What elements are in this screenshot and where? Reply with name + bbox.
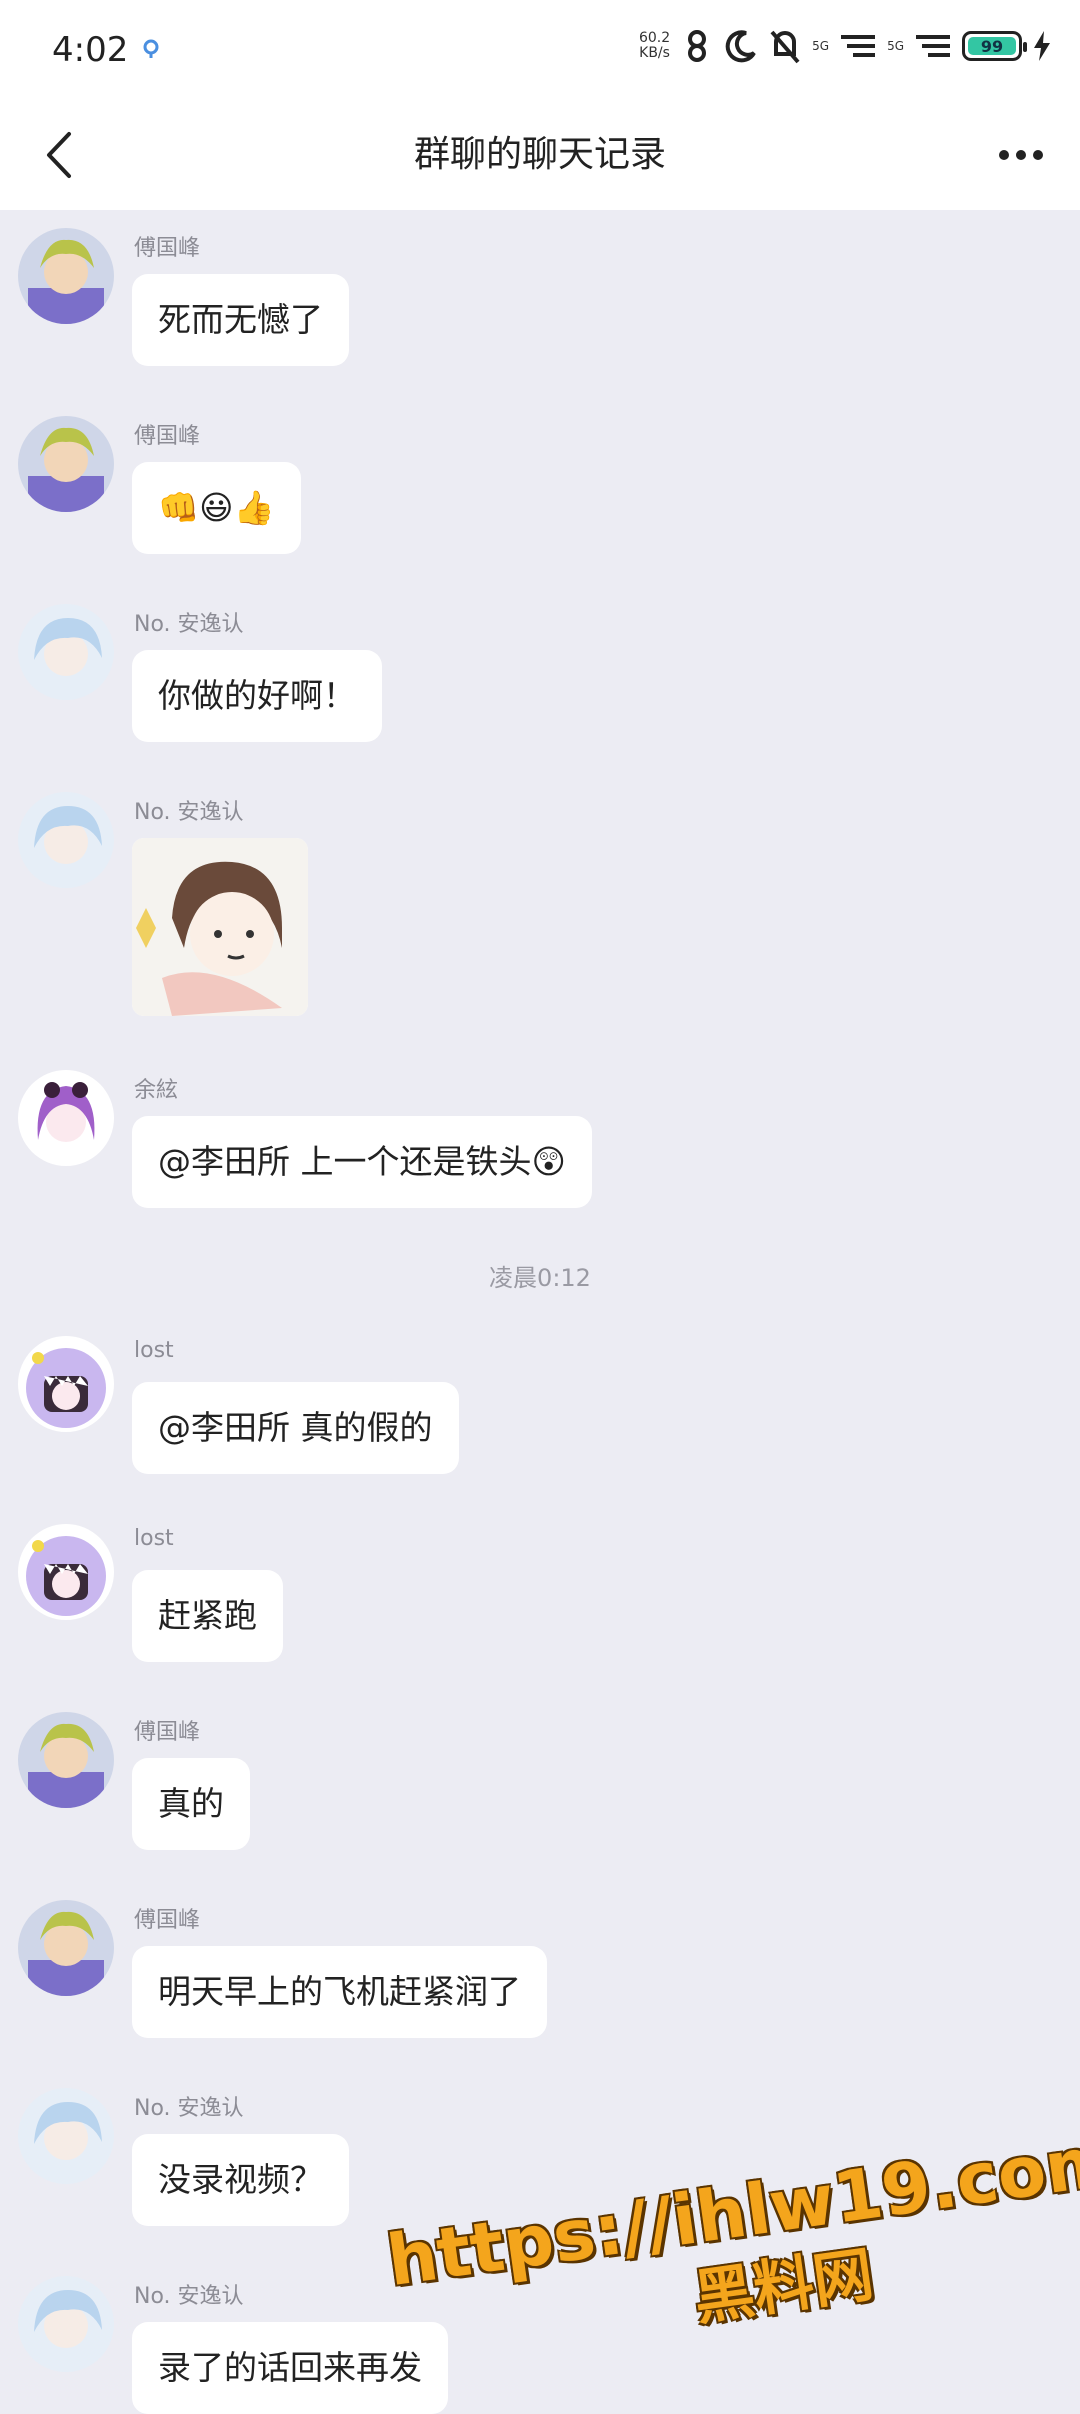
page-title: 群聊的聊天记录 <box>413 134 666 175</box>
sender-name: No. 安逸认 <box>134 800 244 825</box>
sim1-label: 5G <box>812 39 830 53</box>
avatar-green-hair[interactable] <box>18 1900 114 1996</box>
time-divider: 凌晨0:12 <box>489 1264 591 1292</box>
avatar-white-hair[interactable] <box>18 604 114 700</box>
avatar-white-hair[interactable] <box>18 2276 114 2372</box>
sender-name: 傅国峰 <box>134 424 201 449</box>
sim2-label: 5G <box>887 39 904 53</box>
sender-name: 傅国峰 <box>134 236 201 261</box>
sender-name: 傅国峰 <box>134 1908 201 1933</box>
status-bar: 4:02 60.2 KB/s 5G 5G 99 <box>0 0 1080 100</box>
sender-name: lost <box>134 1526 174 1551</box>
signal-icon-1 <box>841 35 876 57</box>
message-bubble[interactable]: 你做的好啊！ <box>132 650 382 742</box>
watermark: https://ihlw19.com 黑料网 <box>382 2119 1080 2381</box>
more-horizontal-icon <box>999 150 1043 160</box>
status-icons: 60.2 KB/s 5G 5G 99 <box>639 28 1050 64</box>
avatar-white-hair[interactable] <box>18 792 114 888</box>
signal-icon-2 <box>916 35 950 57</box>
battery-icon: 99 <box>962 31 1027 61</box>
message-bubble[interactable]: 赶紧跑 <box>132 1570 283 1662</box>
mute-bell-icon <box>770 30 800 64</box>
message-bubble[interactable]: 明天早上的飞机赶紧润了 <box>132 1946 547 2038</box>
more-options-button[interactable] <box>986 130 1056 180</box>
location-icon <box>143 39 159 58</box>
chat-header: 群聊的聊天记录 <box>0 100 1080 210</box>
message-bubble[interactable]: 真的 <box>132 1758 250 1850</box>
message-bubble[interactable]: @李田所 上一个还是铁头😲 <box>132 1116 592 1208</box>
message-bubble[interactable]: 👊😃👍 <box>132 462 301 554</box>
sender-name: No. 安逸认 <box>134 2284 244 2309</box>
message-bubble[interactable]: @李田所 真的假的 <box>132 1382 459 1474</box>
avatar-green-hair[interactable] <box>18 1712 114 1808</box>
avatar-purple-hair[interactable] <box>18 1070 114 1166</box>
avatar-green-hair[interactable] <box>18 228 114 324</box>
avatar-dino-hood[interactable] <box>18 1524 114 1620</box>
sender-name: No. 安逸认 <box>134 612 244 637</box>
avatar-white-hair[interactable] <box>18 2088 114 2184</box>
message-bubble[interactable]: 死而无憾了 <box>132 274 349 366</box>
charging-icon <box>1034 31 1050 61</box>
moon-icon <box>725 30 756 63</box>
avatar-dino-hood[interactable] <box>18 1336 114 1432</box>
sender-name: lost <box>134 1338 174 1363</box>
net-speed: 60.2 KB/s <box>638 30 671 61</box>
sender-name: 余絃 <box>134 1078 179 1103</box>
message-bubble[interactable]: 没录视频？ <box>132 2134 349 2226</box>
bluetooth-headset-icon <box>688 30 707 62</box>
avatar-green-hair[interactable] <box>18 416 114 512</box>
sticker-image[interactable] <box>132 838 308 1016</box>
status-time: 4:02 <box>52 30 129 70</box>
sender-name: 傅国峰 <box>134 1720 201 1745</box>
sender-name: No. 安逸认 <box>134 2096 244 2121</box>
